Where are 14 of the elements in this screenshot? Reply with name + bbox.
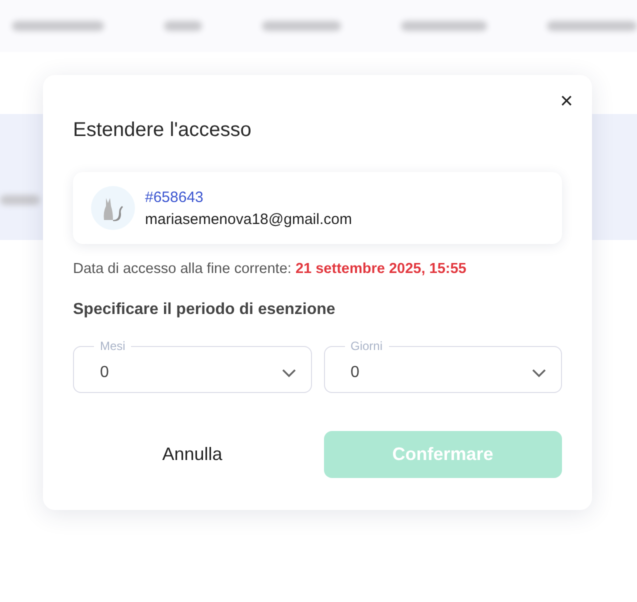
user-email: mariasemenova18@gmail.com: [145, 210, 352, 228]
dialog-title: Estendere l'accesso: [73, 119, 252, 142]
chevron-down-icon: [280, 368, 296, 378]
dropdown-field[interactable]: Giorni 0: [324, 339, 562, 393]
user-id-link[interactable]: #658643: [145, 188, 352, 206]
access-end-text: Data di accesso alla fine corrente: 21 settembre 2025, 15:55: [73, 261, 468, 277]
dropdown-field[interactable]: Mesi 0: [73, 339, 312, 393]
section-heading: Specificare il periodo di esenzione: [73, 301, 336, 319]
blurred-text: [0, 195, 40, 205]
chevron-down-icon: [531, 368, 547, 378]
close-button[interactable]: ×: [558, 91, 575, 111]
field-label: Mesi: [99, 339, 126, 353]
cat-avatar-icon: [91, 186, 135, 230]
field-label: Giorni: [350, 339, 384, 353]
